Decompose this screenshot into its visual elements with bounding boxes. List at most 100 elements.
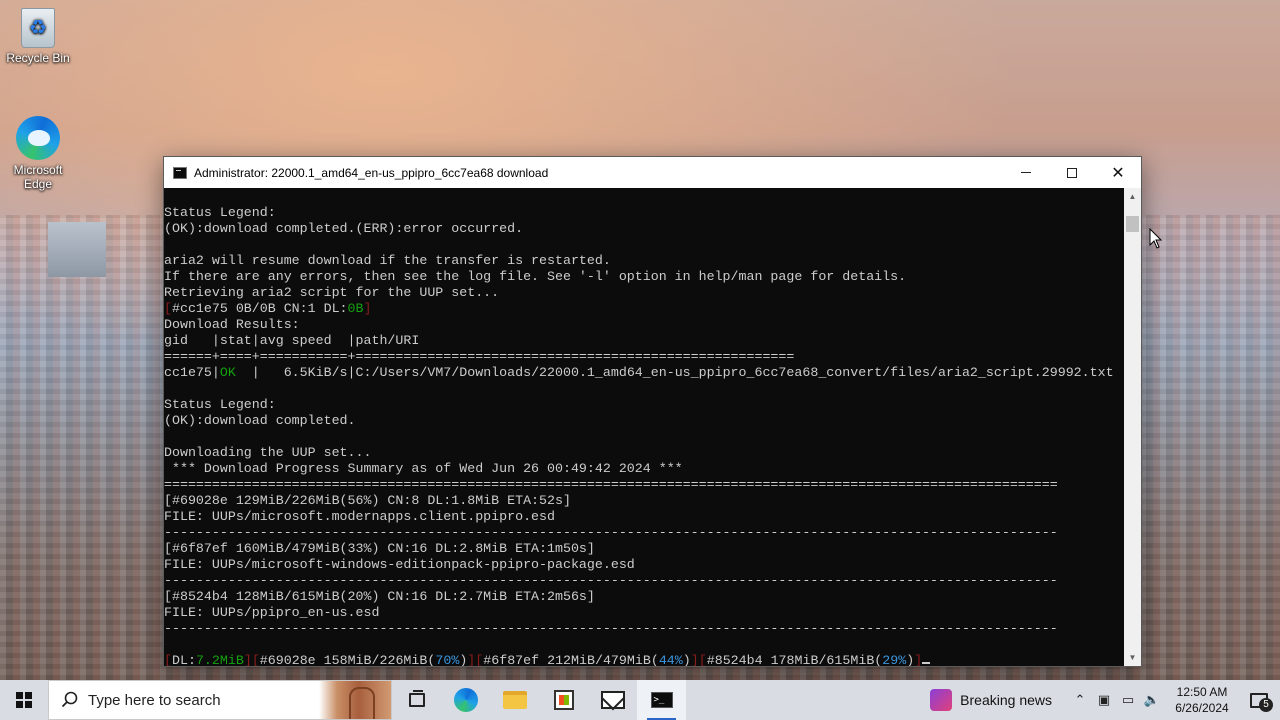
console-text: 0B (347, 301, 364, 316)
console-text: gid |stat|avg speed |path/URI (164, 333, 420, 348)
console-output[interactable]: Status Legend: (OK):download completed.(E… (164, 188, 1124, 666)
volume-muted-icon[interactable]: 🔈 (1140, 680, 1164, 720)
minimize-button[interactable] (1003, 157, 1049, 188)
console-line: ----------------------------------------… (164, 573, 1124, 589)
search-highlight-image (319, 681, 391, 719)
search-icon (61, 691, 81, 709)
console-app-icon[interactable] (173, 166, 187, 179)
clock-time: 12:50 AM (1176, 685, 1228, 699)
taskbar-search-box[interactable] (48, 680, 392, 720)
console-line: ----------------------------------------… (164, 525, 1124, 541)
console-line: ----------------------------------------… (164, 621, 1124, 637)
microsoft-store-icon (553, 690, 574, 710)
clock[interactable]: 12:50 AM 6/26/2024 (1166, 684, 1238, 716)
system-tray: Breaking news ⌃ ▣ ▭ 🔈 12:50 AM 6/26/2024… (930, 680, 1280, 720)
taskbar-mail-button[interactable] (588, 680, 637, 720)
scroll-up-icon[interactable]: ▲ (1124, 188, 1141, 205)
start-button[interactable] (0, 680, 48, 720)
recycle-bin-icon: ♻ (21, 8, 55, 48)
console-text: #69028e 158MiB/226MiB( (259, 653, 436, 666)
close-icon: ✕ (1111, 162, 1125, 182)
console-text: [#6f87ef 160MiB/479MiB(33%) CN:16 DL:2.8… (164, 541, 595, 556)
desktop-icon-recycle-bin[interactable]: ♻ Recycle Bin (0, 8, 76, 65)
console-text: ] (914, 653, 923, 666)
console-text: 44% (658, 653, 683, 666)
console-text: FILE: UUPs/microsoft.modernapps.client.p… (164, 509, 555, 524)
console-line: aria2 will resume download if the transf… (164, 253, 1124, 269)
close-button[interactable]: ✕ (1095, 157, 1141, 188)
console-line: Status Legend: (164, 205, 1124, 221)
clock-date: 6/26/2024 (1175, 701, 1229, 715)
meet-now-icon[interactable]: ▣ (1092, 680, 1116, 720)
console-text: If there are any errors, then see the lo… (164, 269, 907, 284)
window-titlebar[interactable]: Administrator: 22000.1_amd64_en-us_ppipr… (164, 157, 1141, 188)
maximize-button[interactable] (1049, 157, 1095, 188)
console-text: Download Results: (164, 317, 300, 332)
console-line: Downloading the UUP set... (164, 445, 1124, 461)
console-line: [#69028e 129MiB/226MiB(56%) CN:8 DL:1.8M… (164, 493, 1124, 509)
console-text: #cc1e75 0B/0B CN:1 DL: (171, 301, 348, 316)
console-line: If there are any errors, then see the lo… (164, 269, 1124, 285)
console-line: FILE: UUPs/microsoft.modernapps.client.p… (164, 509, 1124, 525)
console-text: 29% (882, 653, 907, 666)
task-view-icon (408, 690, 425, 707)
network-icon[interactable]: ▭ (1116, 680, 1140, 720)
console-text: 70% (435, 653, 460, 666)
file-explorer-icon (502, 691, 527, 709)
edge-icon (16, 116, 60, 160)
console-text: Retrieving aria2 script for the UUP set.… (164, 285, 500, 300)
vertical-scrollbar[interactable]: ▲ ▼ (1124, 188, 1141, 666)
search-input[interactable] (88, 691, 308, 709)
taskbar-store-button[interactable] (539, 680, 588, 720)
console-text: ] (363, 301, 372, 316)
task-view-button[interactable] (392, 680, 441, 720)
console-text: | 6.5KiB/s|C:/Users/VM7/Downloads/22000.… (235, 365, 1114, 380)
edge-icon (453, 688, 478, 712)
console-text: Status Legend: (164, 397, 276, 412)
console-line: [DL:7.2MiB][#69028e 158MiB/226MiB(70%)][… (164, 653, 1124, 666)
console-text: ======+====+===========+================… (164, 349, 795, 364)
console-line: gid |stat|avg speed |path/URI (164, 333, 1124, 349)
news-icon[interactable] (930, 689, 953, 711)
console-line: [#cc1e75 0B/0B CN:1 DL:0B] (164, 301, 1124, 317)
taskbar-file-explorer-button[interactable] (490, 680, 539, 720)
console-text: [ (164, 301, 172, 316)
text-cursor (922, 662, 931, 664)
console-line: [#6f87ef 160MiB/479MiB(33%) CN:16 DL:2.8… (164, 541, 1124, 557)
console-window[interactable]: Administrator: 22000.1_amd64_en-us_ppipr… (163, 156, 1142, 667)
taskbar-command-prompt-button[interactable]: >_ (637, 680, 686, 720)
console-line: Status Legend: (164, 397, 1124, 413)
console-text: ] (690, 653, 699, 666)
window-title: Administrator: 22000.1_amd64_en-us_ppipr… (194, 165, 549, 180)
desktop-icon-label: Recycle Bin (6, 51, 70, 65)
mail-icon (600, 691, 625, 709)
console-text: ========================================… (164, 477, 1058, 492)
scroll-down-icon[interactable]: ▼ (1124, 649, 1141, 666)
wallpaper-tower (48, 222, 106, 277)
console-text: aria2 will resume download if the transf… (164, 253, 611, 268)
console-text: OK (219, 365, 236, 380)
desktop-icon-edge[interactable]: Microsoft Edge (0, 116, 76, 191)
minimize-icon (1021, 172, 1031, 173)
console-text: #8524b4 178MiB/615MiB( (706, 653, 883, 666)
console-text: (OK):download completed.(ERR):error occu… (164, 221, 524, 236)
console-text: [ (164, 653, 172, 666)
taskbar: >_ Breaking news ⌃ ▣ ▭ 🔈 12:50 AM 6/26/2… (0, 680, 1280, 720)
news-widget-label[interactable]: Breaking news (960, 692, 1052, 708)
windows-logo-icon (16, 692, 32, 708)
console-text: ----------------------------------------… (164, 621, 1058, 636)
console-text: ----------------------------------------… (164, 525, 1058, 540)
scrollbar-thumb[interactable] (1126, 216, 1139, 232)
console-text: FILE: UUPs/ppipro_en-us.esd (164, 605, 380, 620)
show-hidden-icons-chevron-icon[interactable]: ⌃ (1068, 680, 1092, 720)
console-text: ----------------------------------------… (164, 573, 1058, 588)
console-line: ======+====+===========+================… (164, 349, 1124, 365)
console-text: DL: (171, 653, 196, 666)
console-line: cc1e75|OK | 6.5KiB/s|C:/Users/VM7/Downlo… (164, 365, 1124, 381)
console-text: FILE: UUPs/microsoft-windows-editionpack… (164, 557, 635, 572)
taskbar-edge-button[interactable] (441, 680, 490, 720)
action-center-button[interactable]: 5 (1238, 680, 1280, 720)
